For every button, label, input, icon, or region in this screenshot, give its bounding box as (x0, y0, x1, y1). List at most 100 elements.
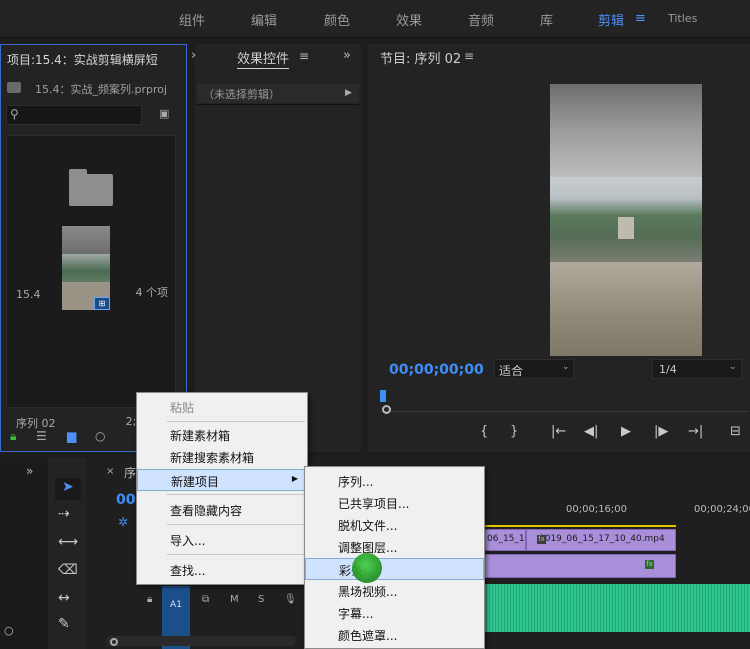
program-video-frame[interactable] (550, 84, 702, 356)
menu-item-paste[interactable]: 粘贴 (137, 396, 307, 418)
project-context-menu: 粘贴 新建素材箱 新建搜索素材箱 新建项目 ▶ 查看隐藏内容 导入... 查找.… (136, 392, 308, 585)
project-panel: 项目:15.4：实战剪辑横屏短 15.4：实战_频案列.prproj ⚲ ▣ 1… (0, 44, 187, 452)
workspace-tab-libraries[interactable]: 库 (540, 10, 553, 29)
play-icon[interactable]: ▶ (621, 424, 631, 439)
playhead-marker[interactable] (380, 390, 386, 402)
menu-separator (167, 421, 305, 422)
go-to-out-icon[interactable]: →| (688, 424, 703, 439)
menu-item-new-item[interactable]: 新建项目 ▶ (137, 469, 307, 491)
submenu-item-black-video[interactable]: 黑场视频... (305, 580, 484, 602)
mute-button[interactable]: M (230, 594, 239, 605)
mark-out-icon[interactable]: } (510, 424, 518, 439)
video-clip[interactable]: 06_15_11_4 (484, 529, 526, 551)
workspace-tab-audio[interactable]: 音频 (468, 10, 494, 29)
project-file-name: 15.4：实战_频案列.prproj (35, 83, 168, 96)
new-search-bin-icon[interactable]: ▣ (159, 107, 175, 121)
folder-icon (69, 174, 113, 206)
timeline-timecode[interactable]: 00 (116, 492, 135, 508)
chevron-down-icon[interactable]: ⌄ (729, 362, 737, 372)
pen-tool-icon[interactable]: ✎ (58, 616, 70, 632)
menu-item-new-bin[interactable]: 新建素材箱 (137, 424, 307, 446)
project-search-input[interactable] (6, 105, 142, 125)
timeline-tab[interactable]: 序 (124, 464, 136, 481)
slip-tool-icon[interactable]: ↔ (58, 590, 70, 606)
submenu-item-sequence[interactable]: 序列... (305, 470, 484, 492)
workspace-tab-assembly[interactable]: 组件 (179, 10, 205, 29)
audio-clip-waveform[interactable] (484, 584, 750, 632)
track-select-tool-icon[interactable]: ⇢ (58, 506, 70, 522)
step-back-icon[interactable]: ◀| (584, 424, 598, 439)
fx-badge-icon: fx (645, 560, 654, 569)
workspace-tab-color[interactable]: 颜色 (324, 10, 350, 29)
solo-button[interactable]: S (258, 594, 264, 605)
menu-item-new-search-bin[interactable]: 新建搜索素材箱 (137, 446, 307, 468)
workspace-bar: 组件 编辑 颜色 效果 音频 库 剪辑 ≡ Titles (0, 0, 750, 38)
search-icon: ⚲ (10, 107, 19, 121)
media-browser-strip: » ○ (0, 458, 48, 649)
panel-menu-icon[interactable]: ≡ (464, 49, 474, 63)
menu-separator (167, 554, 305, 555)
submenu-item-adjustment-layer[interactable]: 调整图层... (305, 536, 484, 558)
submenu-item-offline-file[interactable]: 脱机文件... (305, 514, 484, 536)
close-icon[interactable]: × (106, 466, 114, 477)
chevron-down-icon[interactable]: ⌄ (562, 362, 570, 372)
program-monitor-title[interactable]: 节目: 序列 02 (380, 48, 461, 67)
ripple-edit-tool-icon[interactable]: ⟷ (58, 534, 78, 550)
lift-icon[interactable]: ⊟ (730, 424, 741, 439)
snap-icon[interactable]: ✲ (118, 515, 128, 529)
project-file-icon (7, 82, 21, 93)
scroll-knob[interactable] (110, 638, 118, 646)
play-right-icon[interactable]: ▶ (345, 88, 352, 98)
go-to-in-icon[interactable]: |← (551, 424, 566, 439)
panel-menu-icon[interactable]: ≡ (299, 49, 309, 63)
fx-badge-icon: fx (537, 535, 546, 544)
divider (197, 104, 359, 105)
submenu-item-color-matte[interactable]: 颜色遮罩... (305, 624, 484, 646)
selection-tool-icon[interactable]: ➤ (62, 479, 74, 495)
sequence-icon: ⊞ (94, 297, 110, 310)
submenu-arrow-icon: ▶ (291, 474, 298, 483)
razor-tool-icon[interactable]: ⌫ (58, 562, 78, 578)
effect-controls-panel: › 效果控件 ≡ » （未选择剪辑） ▶ (191, 44, 361, 452)
submenu-item-captions[interactable]: 字幕... (305, 602, 484, 624)
zoom-slider-icon[interactable]: ○ (95, 429, 105, 443)
step-forward-icon[interactable]: |▶ (654, 424, 668, 439)
more-panels-icon[interactable]: » (26, 464, 33, 478)
sync-lock-icon[interactable]: ⧉ (202, 594, 209, 605)
microphone-icon[interactable]: 🎙︎ (284, 594, 297, 605)
lock-icon[interactable]: 🔒︎ (10, 429, 16, 444)
menu-item-view-hidden[interactable]: 查看隐藏内容 (137, 499, 307, 521)
ruler-label: 00;00;24;00 (694, 504, 750, 515)
menu-separator (167, 494, 305, 495)
menu-separator (167, 524, 305, 525)
program-monitor: 节目: 序列 02 ≡ 00;00;00;00 适合 ⌄ 1/4 ⌄ { } |… (368, 44, 750, 452)
lock-icon[interactable]: 🔒︎ (147, 594, 152, 605)
video-clip[interactable]: 2019_06_15_17_10_40.mp4 (526, 529, 676, 551)
submenu-item-shared-project[interactable]: 已共享项目... (305, 492, 484, 514)
menu-item-find[interactable]: 查找... (137, 559, 307, 581)
submenu-item-bars-and-tone[interactable]: 彩条... (305, 558, 484, 580)
menu-item-import[interactable]: 导入... (137, 529, 307, 551)
workspace-tab-editing-active[interactable]: 剪辑 (598, 10, 624, 29)
panel-collapse-icon[interactable]: › (191, 48, 196, 63)
program-time-ruler[interactable] (380, 402, 748, 412)
no-clip-selected-label: （未选择剪辑） (197, 84, 359, 103)
playhead-knob[interactable] (382, 405, 391, 414)
icon-view-icon[interactable]: ▆ (67, 429, 76, 443)
project-panel-title[interactable]: 项目:15.4：实战剪辑横屏短 (7, 51, 187, 68)
cursor-highlight (352, 553, 382, 583)
timeline-scrollbar[interactable] (106, 636, 296, 646)
ruler-label: 00;00;16;00 (566, 504, 628, 515)
workspace-tab-titles[interactable]: Titles (668, 12, 697, 25)
menu-item-label: 新建项目 (171, 475, 220, 489)
work-area-bar[interactable] (484, 525, 676, 527)
effect-controls-tab[interactable]: 效果控件 (237, 48, 290, 69)
mark-in-icon[interactable]: { (480, 424, 488, 439)
workspace-tab-effects[interactable]: 效果 (396, 10, 422, 29)
playhead-timecode[interactable]: 00;00;00;00 (389, 362, 484, 378)
zoom-knob-icon[interactable]: ○ (4, 624, 14, 637)
workspace-tab-editing[interactable]: 编辑 (251, 10, 277, 29)
hamburger-icon[interactable]: ≡ (635, 11, 646, 26)
more-panels-icon[interactable]: » (343, 48, 351, 63)
list-view-icon[interactable]: ☰ (36, 429, 47, 443)
